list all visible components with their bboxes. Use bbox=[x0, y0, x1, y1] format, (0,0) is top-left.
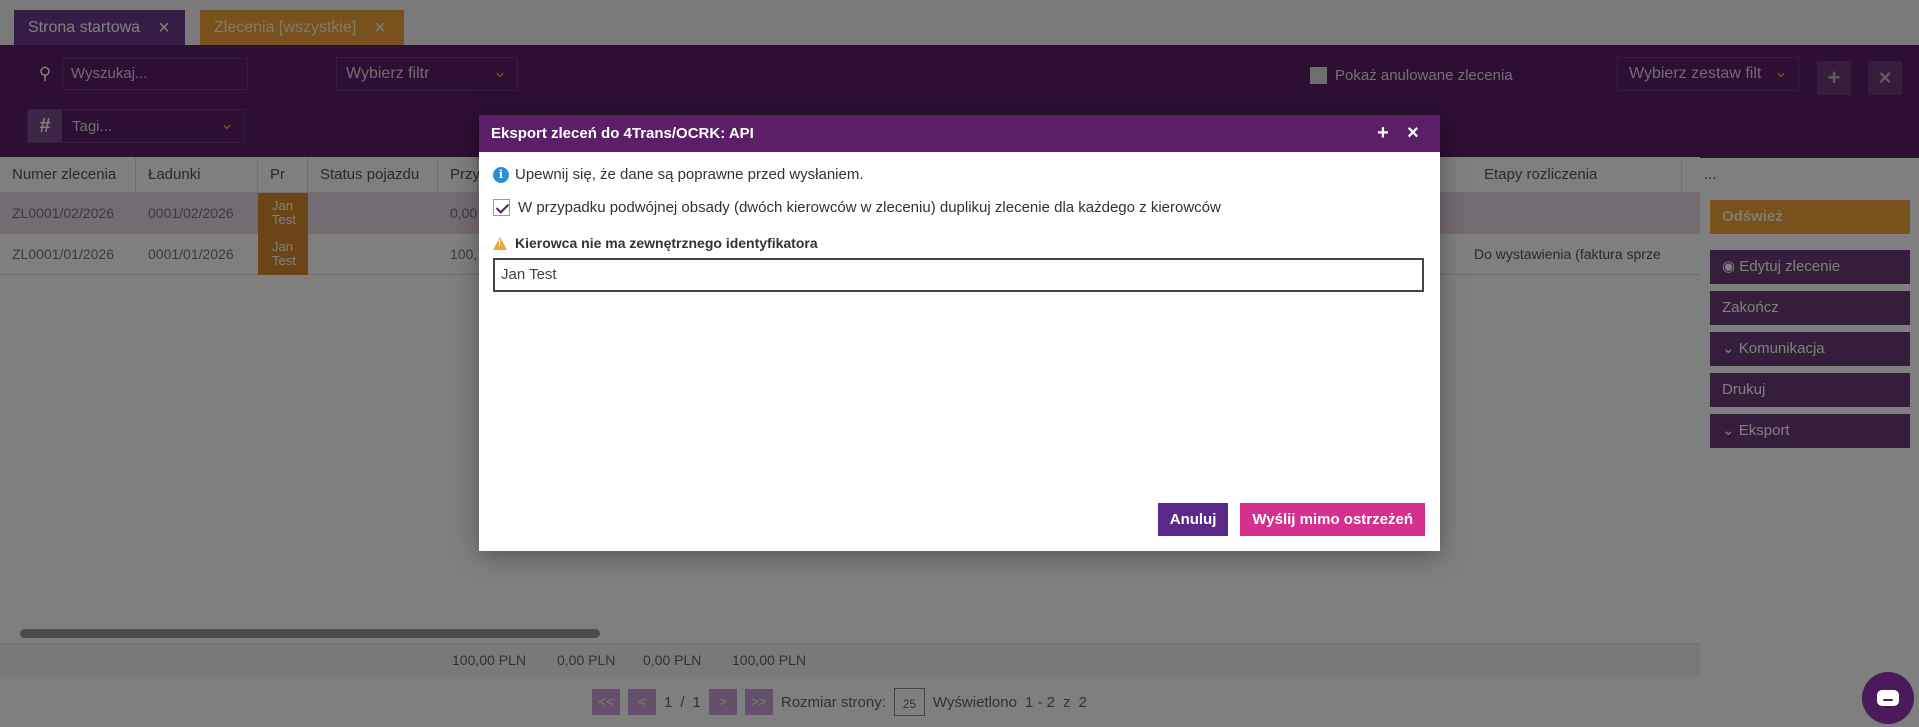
chat-icon bbox=[1877, 690, 1899, 706]
dialog-body: i Upewnij się, że dane są poprawne przed… bbox=[479, 152, 1440, 551]
maximize-icon[interactable]: + bbox=[1368, 122, 1398, 145]
close-icon[interactable]: × bbox=[1398, 122, 1428, 145]
send-anyway-button[interactable]: Wyślij mimo ostrzeżeń bbox=[1240, 503, 1425, 536]
dialog-header: Eksport zleceń do 4Trans/OCRK: API + × bbox=[479, 115, 1440, 152]
dialog-actions: Anuluj Wyślij mimo ostrzeżeń bbox=[1157, 503, 1425, 536]
warning-text: Kierowca nie ma zewnętrznego identyfikat… bbox=[515, 235, 818, 251]
info-icon: i bbox=[493, 166, 509, 183]
warning-message: Kierowca nie ma zewnętrznego identyfikat… bbox=[493, 235, 1426, 251]
info-text: Upewnij się, że dane są poprawne przed w… bbox=[515, 166, 864, 183]
duplicate-checkbox[interactable] bbox=[493, 199, 510, 216]
driver-field[interactable]: Jan Test bbox=[493, 258, 1424, 292]
warning-icon bbox=[493, 236, 507, 250]
dialog-title: Eksport zleceń do 4Trans/OCRK: API bbox=[491, 125, 754, 142]
chat-button[interactable] bbox=[1862, 672, 1914, 724]
cancel-button[interactable]: Anuluj bbox=[1157, 503, 1229, 536]
duplicate-option[interactable]: W przypadku podwójnej obsady (dwóch kier… bbox=[493, 199, 1426, 216]
info-message: i Upewnij się, że dane są poprawne przed… bbox=[493, 166, 1426, 183]
export-dialog: Eksport zleceń do 4Trans/OCRK: API + × i… bbox=[479, 115, 1440, 551]
duplicate-label: W przypadku podwójnej obsady (dwóch kier… bbox=[518, 199, 1221, 216]
